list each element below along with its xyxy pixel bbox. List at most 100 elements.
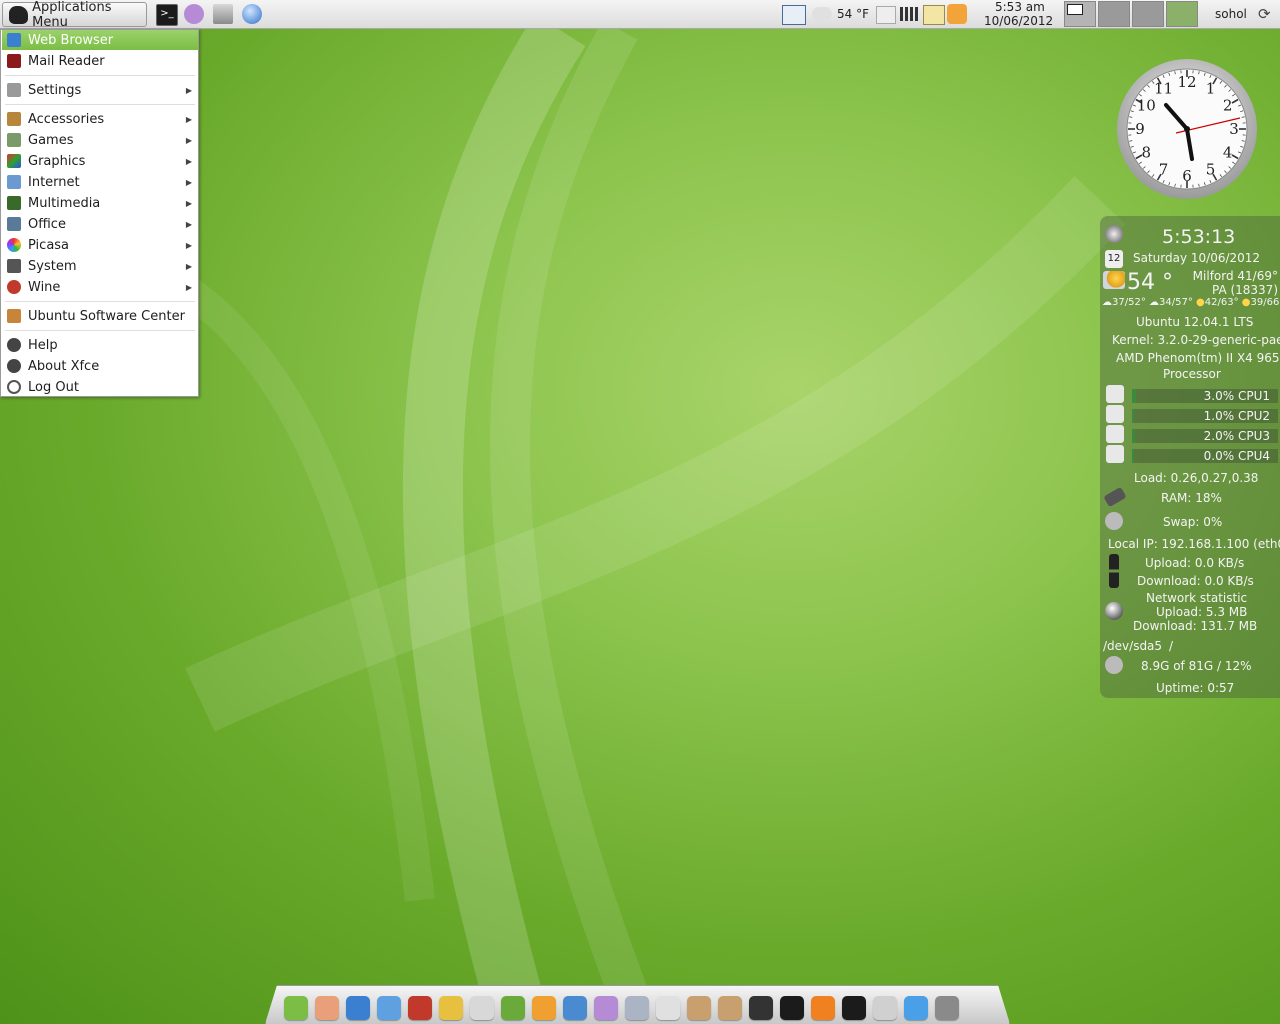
menu-item-label: Office [28, 216, 66, 232]
pidgin-icon[interactable] [594, 996, 618, 1020]
panel-clock-date[interactable]: 10/06/2012 [984, 14, 1053, 28]
eye-icon[interactable] [811, 996, 835, 1020]
menu-item-label: Graphics [28, 153, 86, 169]
window-list-icon[interactable] [782, 5, 806, 25]
workspaces-icon[interactable] [935, 996, 959, 1020]
weather-temperature[interactable]: 54 °F [837, 7, 869, 21]
disk-device: /dev/sda5 [1103, 639, 1163, 653]
menu-item-picasa[interactable]: Picasa ▶ [2, 235, 198, 255]
conky-temperature: 54 ° [1127, 270, 1173, 295]
clock-numeral: 10 [1137, 97, 1156, 115]
user-name[interactable]: sohol [1215, 7, 1247, 21]
chromium-icon[interactable] [377, 996, 401, 1020]
menu-item-about-xfce[interactable]: About Xfce [2, 356, 198, 376]
menu-item-graphics[interactable]: Graphics ▶ [2, 151, 198, 171]
droplet-icon[interactable] [625, 996, 649, 1020]
ram-usage: RAM: 18% [1161, 491, 1222, 505]
office-icon [7, 217, 21, 231]
weather-icon [812, 7, 832, 21]
logout-icon [7, 380, 21, 394]
swap-disk-icon [1105, 512, 1123, 530]
workspace-1[interactable] [1064, 1, 1096, 27]
cpu-chip-icon [1106, 445, 1124, 463]
workspace-2[interactable] [1098, 1, 1130, 27]
text-editor-icon[interactable] [656, 996, 680, 1020]
cpu-bar-fill [1132, 409, 1134, 423]
disk-mount: / [1169, 639, 1174, 653]
local-ip: Local IP: 192.168.1.100 (eth0) [1108, 537, 1280, 551]
picasa-icon [7, 238, 21, 252]
pidgin-icon[interactable] [184, 4, 204, 24]
menu-item-system[interactable]: System ▶ [2, 256, 198, 276]
web-browser-icon[interactable] [242, 4, 262, 24]
mail-icon[interactable] [876, 6, 896, 24]
cpu-bar: 1.0% CPU2 [1132, 409, 1278, 423]
archive-icon[interactable] [687, 996, 711, 1020]
conky-date: Saturday 10/06/2012 [1133, 251, 1261, 265]
menu-item-label: Multimedia [28, 195, 101, 211]
picasa-icon[interactable] [439, 996, 463, 1020]
cpu-bar: 3.0% CPU1 [1132, 389, 1278, 403]
dvd-icon[interactable] [470, 996, 494, 1020]
workspace-4[interactable] [1166, 1, 1198, 27]
menu-item-multimedia[interactable]: Multimedia ▶ [2, 193, 198, 213]
menu-item-settings[interactable]: Settings ▶ [2, 80, 198, 100]
terminal-icon[interactable]: >_ [156, 4, 178, 26]
menu-item-mail-reader[interactable]: Mail Reader [2, 51, 198, 71]
menu-item-office[interactable]: Office ▶ [2, 214, 198, 234]
menu-item-label: Internet [28, 174, 80, 190]
weather-icon [1103, 271, 1125, 289]
network-signal-icon[interactable] [900, 7, 918, 21]
cpu-label: 1.0% CPU2 [1203, 409, 1270, 423]
terminal-icon[interactable] [780, 996, 804, 1020]
terminal-icon[interactable] [842, 996, 866, 1020]
clock-numeral: 2 [1223, 97, 1233, 115]
desktop-icon[interactable] [904, 996, 928, 1020]
qbittorrent-icon[interactable] [563, 996, 587, 1020]
workspace-3[interactable] [1132, 1, 1164, 27]
forecast-sun-icon: ● [1241, 297, 1251, 308]
forecast-day: 39/66° [1250, 297, 1280, 308]
applications-menu-button[interactable]: Applications Menu [2, 0, 147, 30]
menu-item-ubuntu-software-center[interactable]: Ubuntu Software Center [2, 306, 198, 326]
calendar-day: 12 [1107, 253, 1121, 264]
mail-icon [7, 54, 21, 68]
audio-icon[interactable] [501, 996, 525, 1020]
forecast-day: 42/63° [1204, 297, 1239, 308]
conky-time: 5:53:13 [1162, 226, 1236, 248]
clock-numeral: 7 [1159, 161, 1169, 179]
camera-icon[interactable] [749, 996, 773, 1020]
power-icon[interactable]: ⟳ [1258, 5, 1271, 23]
package-install-icon[interactable] [718, 996, 742, 1020]
display-icon[interactable] [923, 5, 945, 25]
bookmark-icon[interactable] [532, 996, 556, 1020]
firewall-icon[interactable] [408, 996, 432, 1020]
globe-icon[interactable] [346, 996, 370, 1020]
panel-clock-time[interactable]: 5:53 am [995, 0, 1045, 14]
menu-item-wine[interactable]: Wine ▶ [2, 277, 198, 297]
settings-gear-icon[interactable] [947, 4, 967, 24]
menu-item-games[interactable]: Games ▶ [2, 130, 198, 150]
cpu-bar: 0.0% CPU4 [1132, 449, 1278, 463]
cpu-chip-icon [1106, 385, 1124, 403]
menu-item-web-browser[interactable]: Web Browser [2, 30, 198, 50]
cpu-bar-fill [1132, 449, 1134, 463]
applications-menu-label: Applications Menu [32, 0, 112, 30]
clock-numeral: 6 [1182, 167, 1192, 185]
anchor-icon[interactable] [284, 996, 308, 1020]
submenu-arrow-icon: ▶ [185, 240, 192, 250]
menu-item-log-out[interactable]: Log Out [2, 377, 198, 397]
submenu-arrow-icon: ▶ [185, 282, 192, 292]
kernel-version: Kernel: 3.2.0-29-generic-pae [1112, 333, 1280, 347]
forecast-day: 37/52° [1112, 297, 1146, 308]
menu-item-label: Picasa [28, 237, 70, 253]
notes-icon[interactable] [315, 996, 339, 1020]
files-icon[interactable] [213, 4, 233, 24]
cpu-model: AMD Phenom(tm) II X4 965 [1116, 351, 1280, 365]
cpu-label: 3.0% CPU1 [1203, 389, 1270, 403]
menu-item-accessories[interactable]: Accessories ▶ [2, 109, 198, 129]
menu-item-help[interactable]: Help [2, 335, 198, 355]
trash-icon[interactable] [873, 996, 897, 1020]
network-globe-icon [1105, 602, 1123, 620]
menu-item-internet[interactable]: Internet ▶ [2, 172, 198, 192]
